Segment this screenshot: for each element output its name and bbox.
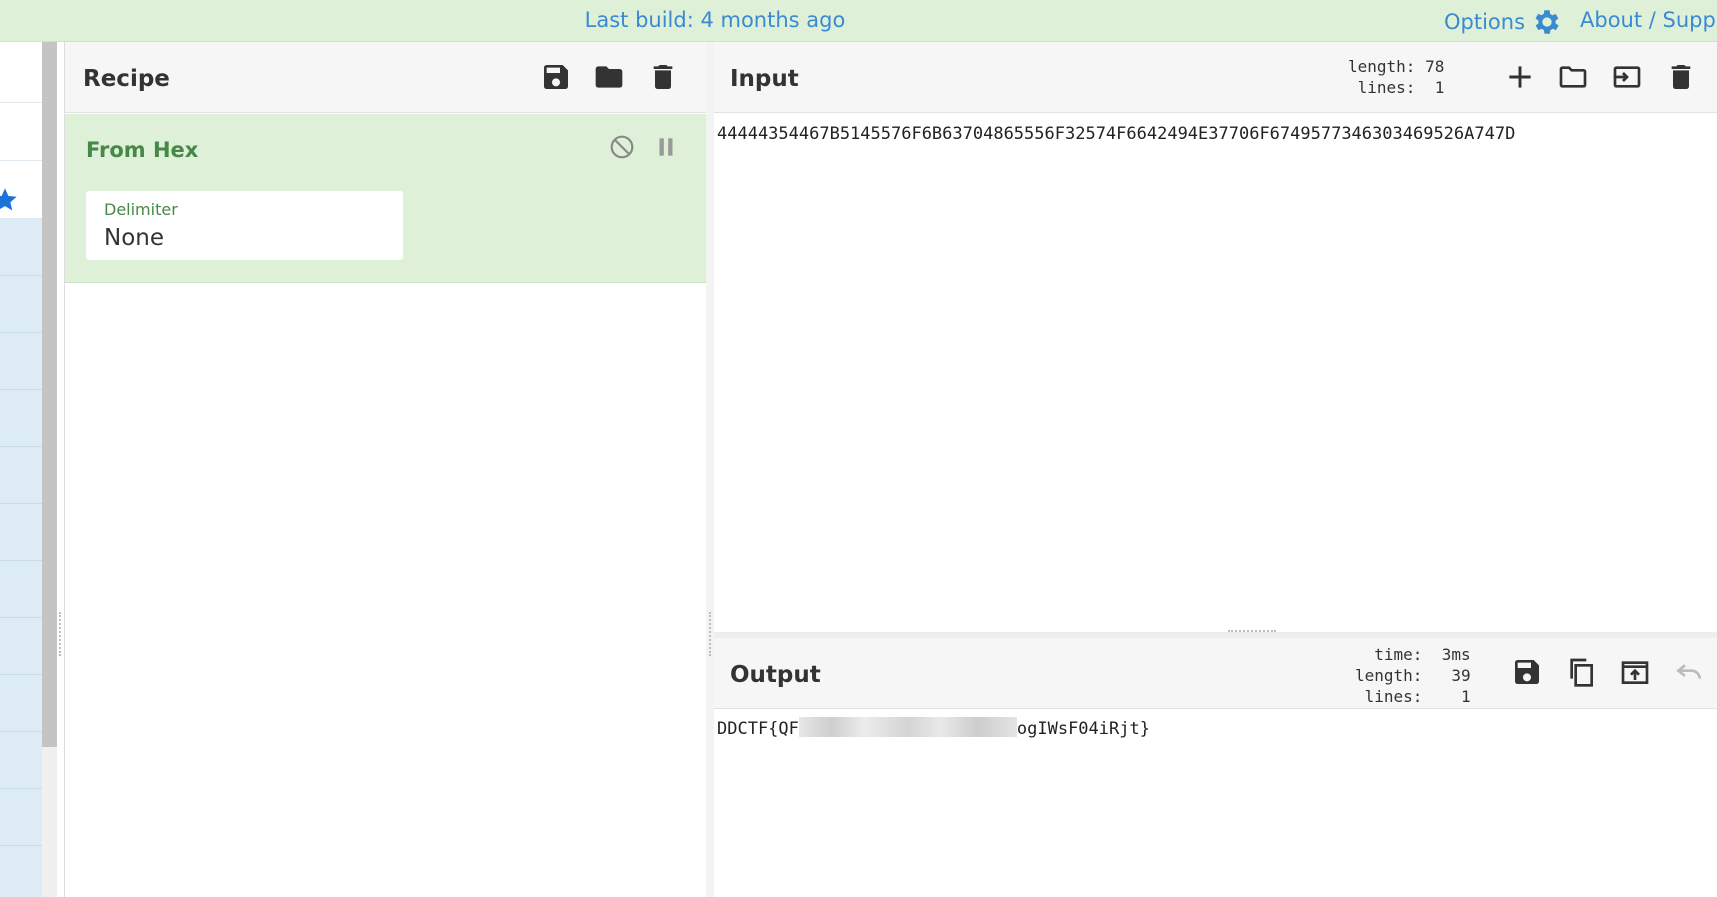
category-item[interactable] xyxy=(0,219,42,276)
output-text-prefix: DDCTF{QF xyxy=(717,719,799,739)
gear-icon xyxy=(1535,10,1559,34)
open-input-file-button[interactable] xyxy=(1557,61,1589,93)
save-recipe-button[interactable] xyxy=(540,61,572,93)
disable-icon[interactable] xyxy=(609,134,635,160)
trash-icon xyxy=(1671,65,1691,89)
resize-handle-center[interactable] xyxy=(709,612,713,656)
category-list xyxy=(0,219,42,897)
operations-header xyxy=(0,103,42,161)
output-header: Output time: 3ms length: 39 lines: 1 xyxy=(714,638,1717,709)
category-item[interactable] xyxy=(0,789,42,846)
load-recipe-button[interactable] xyxy=(593,61,625,93)
operations-scrollbar-track[interactable] xyxy=(42,747,57,897)
about-support-link[interactable]: About / Suppo xyxy=(1580,8,1717,32)
recipe-panel: Recipe From Hex Delimiter None xyxy=(64,42,707,897)
output-panel: Output time: 3ms length: 39 lines: 1 DDC… xyxy=(714,638,1717,897)
resize-handle-io[interactable] xyxy=(1228,630,1276,634)
recipe-title: Recipe xyxy=(83,66,170,92)
category-item[interactable] xyxy=(0,732,42,789)
operations-scrollbar-thumb[interactable] xyxy=(42,42,57,747)
replace-input-with-output-button[interactable] xyxy=(1619,656,1651,688)
recipe-operation-from-hex[interactable]: From Hex Delimiter None xyxy=(65,114,707,283)
last-build-text: Last build: 4 months ago xyxy=(584,8,846,32)
operations-list xyxy=(0,42,42,897)
top-bar: Last build: 4 months ago Options About /… xyxy=(0,0,1717,42)
trash-icon xyxy=(653,65,673,89)
copy-icon xyxy=(1570,658,1593,687)
open-folder-icon xyxy=(1559,66,1587,88)
clear-recipe-button[interactable] xyxy=(647,61,679,93)
undo-icon xyxy=(1676,664,1701,679)
options-label: Options xyxy=(1444,10,1526,34)
recipe-header: Recipe xyxy=(65,42,707,113)
star-icon[interactable] xyxy=(0,186,19,214)
category-item[interactable] xyxy=(0,504,42,561)
save-icon xyxy=(544,65,568,89)
input-stats: length: 78 lines: 1 xyxy=(1348,57,1445,97)
redacted-region xyxy=(798,717,1017,737)
clear-input-button[interactable] xyxy=(1665,61,1697,93)
save-icon xyxy=(1515,660,1539,684)
switch-input-button[interactable] xyxy=(1611,61,1643,93)
category-item[interactable] xyxy=(0,390,42,447)
output-text-suffix: ogIWsF04iRjt} xyxy=(1016,719,1150,739)
output-text[interactable]: DDCTF{QF ogIWsF04iRjt} xyxy=(717,717,1150,739)
save-output-button[interactable] xyxy=(1511,656,1543,688)
delimiter-label: Delimiter xyxy=(104,200,178,219)
options-button[interactable]: Options xyxy=(1444,6,1563,38)
category-item[interactable] xyxy=(0,618,42,675)
resize-handle-left[interactable] xyxy=(59,612,63,656)
delimiter-value[interactable]: None xyxy=(104,225,164,251)
add-input-button[interactable] xyxy=(1504,61,1536,93)
input-panel: Input length: 78 lines: 1 44444354467B51… xyxy=(714,42,1717,632)
output-title: Output xyxy=(730,662,821,688)
undo-button[interactable] xyxy=(1673,656,1705,688)
pause-icon[interactable] xyxy=(653,134,679,160)
input-title: Input xyxy=(730,66,799,92)
input-text[interactable]: 44444354467B5145576F6B63704865556F32574F… xyxy=(717,124,1515,144)
panel-divider xyxy=(706,42,714,897)
category-item[interactable] xyxy=(0,276,42,333)
category-item[interactable] xyxy=(0,675,42,732)
category-item[interactable] xyxy=(0,561,42,618)
copy-output-button[interactable] xyxy=(1565,656,1597,688)
category-item[interactable] xyxy=(0,333,42,390)
replace-input-icon xyxy=(1621,661,1649,684)
input-header: Input length: 78 lines: 1 xyxy=(714,42,1717,113)
category-item[interactable] xyxy=(0,447,42,504)
folder-icon xyxy=(595,66,623,88)
operations-search-area[interactable] xyxy=(0,42,42,103)
operation-name: From Hex xyxy=(86,138,199,162)
delimiter-field[interactable]: Delimiter None xyxy=(86,191,403,260)
plus-icon xyxy=(1509,66,1531,88)
input-switch-icon xyxy=(1613,66,1641,88)
output-stats: time: 3ms length: 39 lines: 1 xyxy=(1355,645,1471,706)
